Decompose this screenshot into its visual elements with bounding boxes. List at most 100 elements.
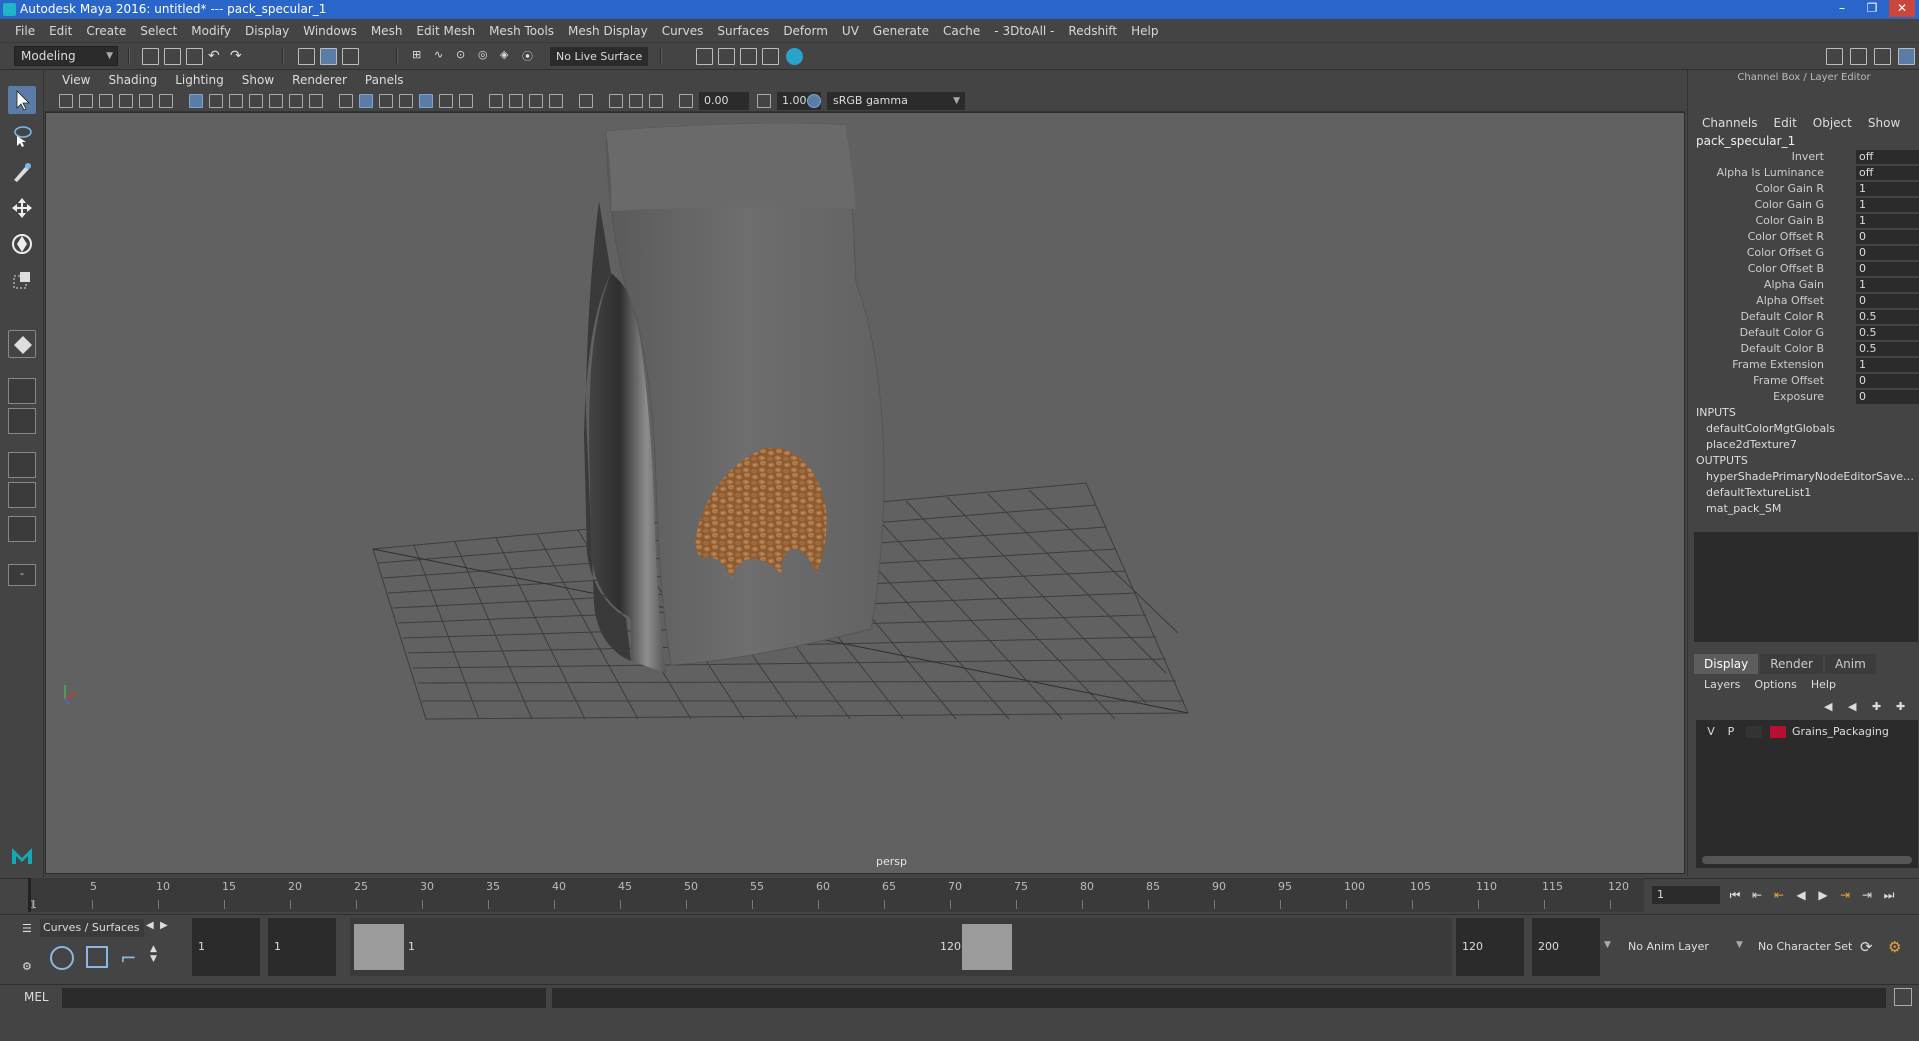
perspective-viewport[interactable]: persp	[45, 112, 1685, 874]
paint-select-tool[interactable]	[8, 158, 36, 186]
layer-display-type[interactable]	[1746, 726, 1762, 738]
shelf-scroll-icon[interactable]: ▲ ▼	[150, 944, 157, 964]
menu-edit-mesh[interactable]: Edit Mesh	[409, 24, 482, 38]
attr-row[interactable]: Color Offset R 0	[1688, 230, 1919, 245]
move-layer-down-icon[interactable]: ◀	[1848, 700, 1856, 713]
textured-icon[interactable]	[419, 94, 433, 108]
step-back-frame-icon[interactable]: ⇤	[1750, 888, 1764, 902]
view-transform-dropdown[interactable]: sRGB gamma ▼	[827, 92, 965, 110]
panel-menu-renderer[interactable]: Renderer	[283, 73, 356, 87]
animation-preferences-icon[interactable]: ⚙	[1888, 938, 1901, 956]
gamma-icon[interactable]	[757, 94, 771, 108]
current-time-indicator[interactable]	[28, 878, 31, 912]
isolate-select-icon[interactable]	[579, 94, 593, 108]
hypershade-layout-icon[interactable]	[8, 516, 36, 542]
snap-view-icon[interactable]: ◎	[478, 48, 495, 65]
menu-surfaces[interactable]: Surfaces	[710, 24, 776, 38]
attr-value-field[interactable]: 1	[1856, 182, 1919, 196]
menu-windows[interactable]: Windows	[296, 24, 364, 38]
cb-menu-channels[interactable]: Channels	[1702, 116, 1758, 130]
exposure-icon[interactable]	[679, 94, 693, 108]
cb-menu-show[interactable]: Show	[1868, 116, 1900, 130]
attr-value-field[interactable]: 1	[1856, 198, 1919, 212]
output-node[interactable]: defaultTextureList1	[1706, 486, 1916, 499]
step-forward-frame-icon[interactable]: ⇥	[1860, 888, 1874, 902]
circle-curve-icon[interactable]	[50, 946, 74, 970]
square-curve-icon[interactable]	[86, 946, 108, 968]
attr-row[interactable]: Default Color B 0.5	[1688, 342, 1919, 357]
attr-row[interactable]: Alpha Offset 0	[1688, 294, 1919, 309]
wireframe-on-shaded-icon[interactable]	[399, 94, 413, 108]
input-node[interactable]: place2dTexture7	[1706, 438, 1916, 451]
play-forwards-icon[interactable]: ▶	[1816, 888, 1830, 902]
panel-menu-shading[interactable]: Shading	[99, 73, 166, 87]
select-object-icon[interactable]	[320, 48, 337, 65]
menu-select[interactable]: Select	[133, 24, 184, 38]
menu-curves[interactable]: Curves	[655, 24, 711, 38]
image-plane-icon[interactable]	[119, 94, 133, 108]
shelf-tab-label[interactable]: Curves / Surfaces	[40, 919, 144, 937]
attr-row[interactable]: Color Offset B 0	[1688, 262, 1919, 277]
redo-icon[interactable]: ↷	[230, 48, 247, 65]
move-tool[interactable]	[8, 194, 36, 222]
menu-set-selector[interactable]: Modeling ▼	[14, 46, 118, 66]
ipr-render-icon[interactable]	[718, 48, 735, 65]
attribute-editor-icon[interactable]	[1850, 48, 1867, 65]
film-gate-icon[interactable]	[209, 94, 223, 108]
persp-graph-layout-icon[interactable]	[8, 482, 36, 508]
panel-menu-panels[interactable]: Panels	[356, 73, 413, 87]
snap-point-icon[interactable]: ⊙	[456, 48, 473, 65]
menu-file[interactable]: File	[8, 24, 42, 38]
safe-action-icon[interactable]	[289, 94, 303, 108]
redshift-render-icon[interactable]	[786, 48, 803, 65]
anim-layer-dropdown[interactable]: No Anim Layer	[1622, 918, 1736, 976]
tab-anim[interactable]: Anim	[1824, 654, 1876, 674]
xray-joints-icon[interactable]	[629, 94, 643, 108]
layer-row[interactable]: V P Grains_Packaging	[1696, 724, 1918, 740]
auto-keyframe-icon[interactable]: ⟳	[1860, 938, 1873, 956]
menu-mesh[interactable]: Mesh	[364, 24, 410, 38]
range-start-handle[interactable]	[354, 924, 404, 970]
tab-display[interactable]: Display	[1694, 654, 1759, 674]
snap-grid-icon[interactable]: ⊞	[412, 48, 429, 65]
default-material-icon[interactable]	[379, 94, 393, 108]
step-back-key-icon[interactable]: ⇤	[1772, 888, 1786, 902]
attr-value-field[interactable]: 0	[1856, 262, 1919, 276]
attr-row[interactable]: Default Color R 0.5	[1688, 310, 1919, 325]
attr-row[interactable]: Color Gain G 1	[1688, 198, 1919, 213]
persp-outliner-layout-icon[interactable]	[8, 452, 36, 478]
menu-help[interactable]: Help	[1124, 24, 1165, 38]
soft-select-icon[interactable]	[8, 330, 36, 358]
color-management-icon[interactable]	[807, 94, 821, 108]
shelf-prev-icon[interactable]: ◀	[146, 920, 154, 931]
menu-uv[interactable]: UV	[835, 24, 866, 38]
attr-row[interactable]: Exposure 0	[1688, 390, 1919, 405]
snap-surface-icon[interactable]: ◈	[500, 48, 517, 65]
layer-name[interactable]: Grains_Packaging	[1792, 725, 1889, 738]
attr-row[interactable]: Alpha Gain 1	[1688, 278, 1919, 293]
tool-settings-icon[interactable]	[1874, 48, 1891, 65]
menu-mesh-display[interactable]: Mesh Display	[561, 24, 655, 38]
cb-menu-edit[interactable]: Edit	[1774, 116, 1797, 130]
playback-start-field[interactable]: 1	[268, 918, 336, 976]
live-surface-field[interactable]: No Live Surface	[550, 47, 648, 66]
attr-value-field[interactable]: 1	[1856, 358, 1919, 372]
menu-redshift[interactable]: Redshift	[1061, 24, 1124, 38]
use-all-lights-icon[interactable]	[439, 94, 453, 108]
wireframe-icon[interactable]	[339, 94, 353, 108]
gate-mask-icon[interactable]	[249, 94, 263, 108]
go-to-start-icon[interactable]: ⏮	[1728, 888, 1742, 902]
select-hierarchy-icon[interactable]	[298, 48, 315, 65]
four-view-layout-icon[interactable]	[8, 408, 36, 434]
menu-generate[interactable]: Generate	[866, 24, 936, 38]
attr-row[interactable]: Frame Extension 1	[1688, 358, 1919, 373]
make-live-icon[interactable]: ⦿	[522, 48, 539, 65]
shelf-menu-icon[interactable]: ☰	[22, 922, 32, 935]
attr-value-field[interactable]: 1	[1856, 278, 1919, 292]
depth-of-field-icon[interactable]	[549, 94, 563, 108]
animation-start-field[interactable]: 1	[192, 918, 260, 976]
chevron-down-icon[interactable]: ▼	[1736, 940, 1743, 950]
resolution-gate-icon[interactable]	[229, 94, 243, 108]
selected-node-name[interactable]: pack_specular_1	[1696, 134, 1795, 148]
command-input[interactable]	[62, 988, 546, 1008]
